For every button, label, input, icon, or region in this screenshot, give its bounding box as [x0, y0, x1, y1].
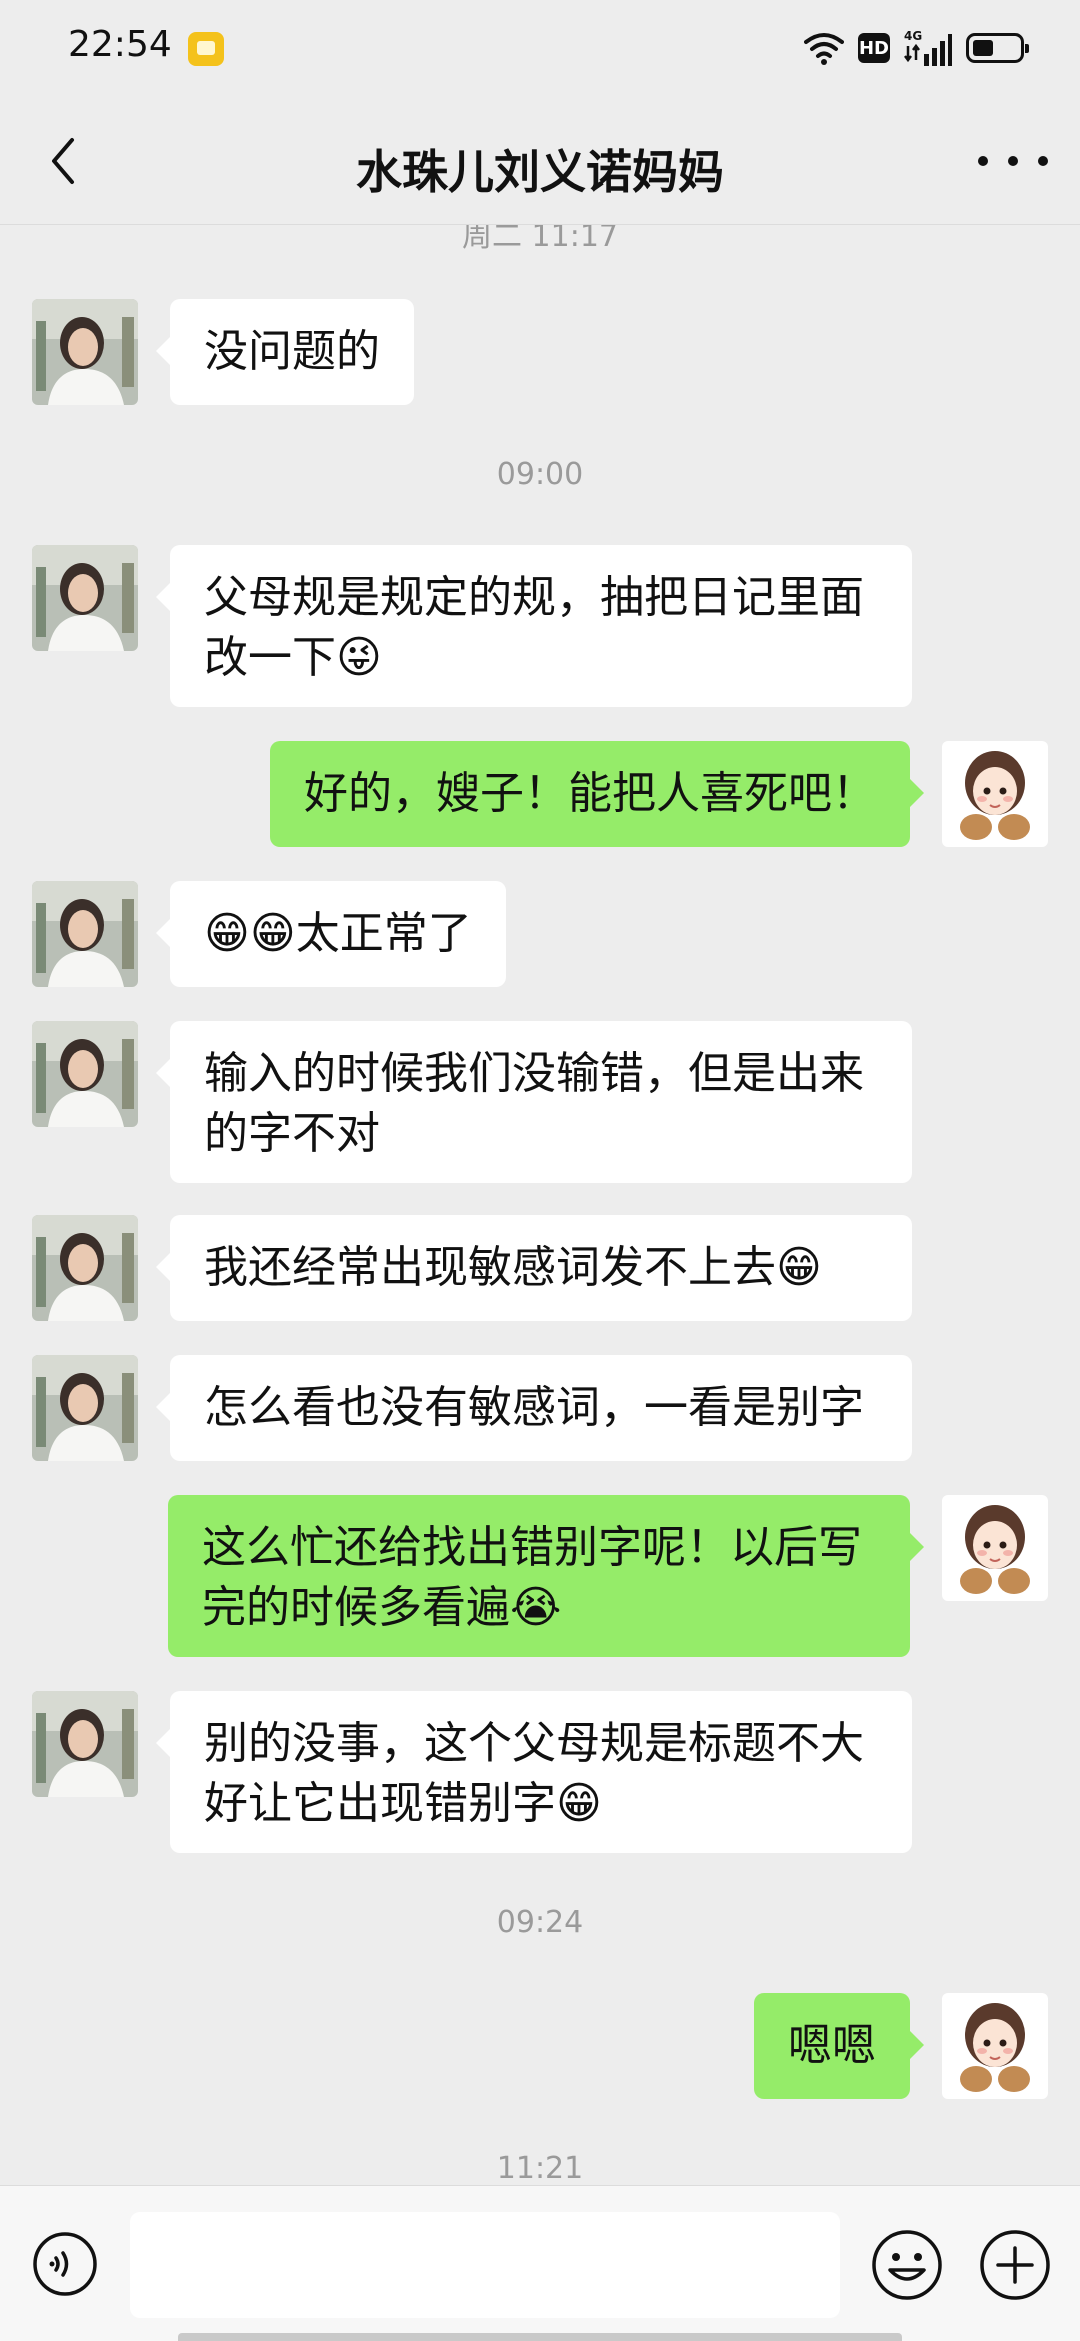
- timestamp: 周二 11:17: [462, 225, 618, 254]
- message-bubble-incoming[interactable]: 没问题的: [156, 299, 414, 405]
- message-list[interactable]: 周二 11:17 没问题的 09:00 父母规是规定的规，抽把日记里面改一下😜 …: [0, 225, 1080, 2185]
- contact-avatar[interactable]: [32, 1691, 138, 1797]
- timestamp: 09:24: [496, 1905, 584, 1940]
- status-icons: HD 4G: [804, 28, 1029, 68]
- voice-icon[interactable]: [32, 2231, 98, 2297]
- status-bar: 22:54 HD 4G: [0, 0, 1080, 96]
- plus-icon[interactable]: [978, 2228, 1052, 2302]
- my-avatar[interactable]: [942, 741, 1048, 847]
- contact-avatar[interactable]: [32, 545, 138, 651]
- more-icon[interactable]: [978, 134, 1048, 188]
- contact-avatar[interactable]: [32, 1021, 138, 1127]
- contact-avatar[interactable]: [32, 299, 138, 405]
- message-bubble-outgoing[interactable]: 好的，嫂子！能把人喜死吧！: [270, 741, 924, 847]
- notification-app-icon: [188, 32, 224, 66]
- message-bubble-incoming[interactable]: 😁😁太正常了: [156, 881, 506, 987]
- hd-icon: HD: [858, 33, 890, 63]
- emoji-icon[interactable]: [870, 2228, 944, 2302]
- signal-icon: 4G: [904, 29, 952, 66]
- my-avatar[interactable]: [942, 1495, 1048, 1601]
- message-bubble-outgoing[interactable]: 嗯嗯: [754, 1993, 924, 2099]
- message-input[interactable]: [130, 2212, 840, 2318]
- message-bubble-incoming[interactable]: 父母规是规定的规，抽把日记里面改一下😜: [156, 545, 912, 707]
- chat-header: 水珠儿刘义诺妈妈: [0, 96, 1080, 226]
- message-bubble-incoming[interactable]: 输入的时候我们没输错，但是出来的字不对: [156, 1021, 912, 1183]
- input-bar: [0, 2185, 1080, 2341]
- chat-title: 水珠儿刘义诺妈妈: [356, 145, 724, 199]
- message-bubble-incoming[interactable]: 怎么看也没有敏感词，一看是别字: [156, 1355, 912, 1461]
- status-time: 22:54: [68, 24, 172, 65]
- timestamp: 11:21: [496, 2151, 584, 2185]
- message-bubble-incoming[interactable]: 别的没事，这个父母规是标题不大好让它出现错别字😁: [156, 1691, 912, 1853]
- timestamp: 09:00: [496, 457, 584, 492]
- message-bubble-outgoing[interactable]: 这么忙还给找出错别字呢！以后写完的时候多看遍😭: [168, 1495, 924, 1657]
- contact-avatar[interactable]: [32, 1215, 138, 1321]
- my-avatar[interactable]: [942, 1993, 1048, 2099]
- message-bubble-incoming[interactable]: 我还经常出现敏感词发不上去😁: [156, 1215, 912, 1321]
- contact-avatar[interactable]: [32, 881, 138, 987]
- network-type-label: 4G: [904, 29, 922, 43]
- wifi-icon: [804, 33, 844, 65]
- contact-avatar[interactable]: [32, 1355, 138, 1461]
- battery-icon: [966, 33, 1029, 63]
